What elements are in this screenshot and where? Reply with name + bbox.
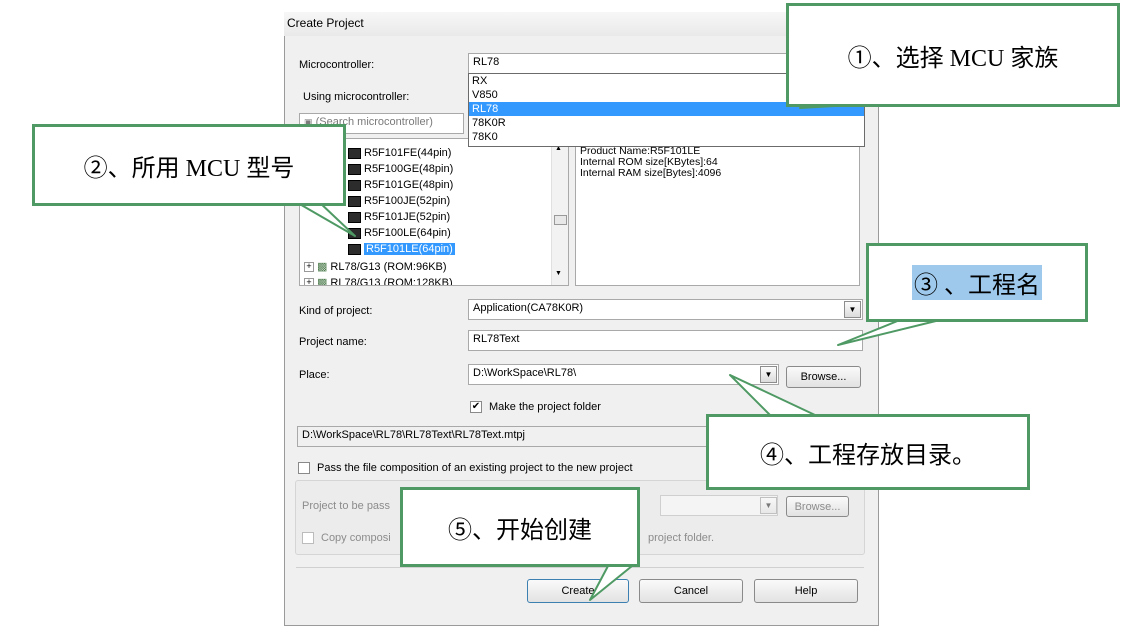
callout-project-directory: ④、工程存放目录。 xyxy=(706,414,1030,490)
callout-project-name-text: ③ 、工程名 xyxy=(912,265,1042,300)
callout-start-create: ⑤、开始创建 xyxy=(400,487,640,567)
callout-select-mcu-family: ①、选择 MCU 家族 xyxy=(786,3,1120,107)
callout3-arrow xyxy=(837,319,941,346)
callout4-arrow xyxy=(729,374,816,416)
callout-project-name: ③ 、工程名 xyxy=(866,243,1088,322)
callout-mcu-model: ②、所用 MCU 型号 xyxy=(32,124,346,206)
callout5-arrow xyxy=(589,565,633,601)
